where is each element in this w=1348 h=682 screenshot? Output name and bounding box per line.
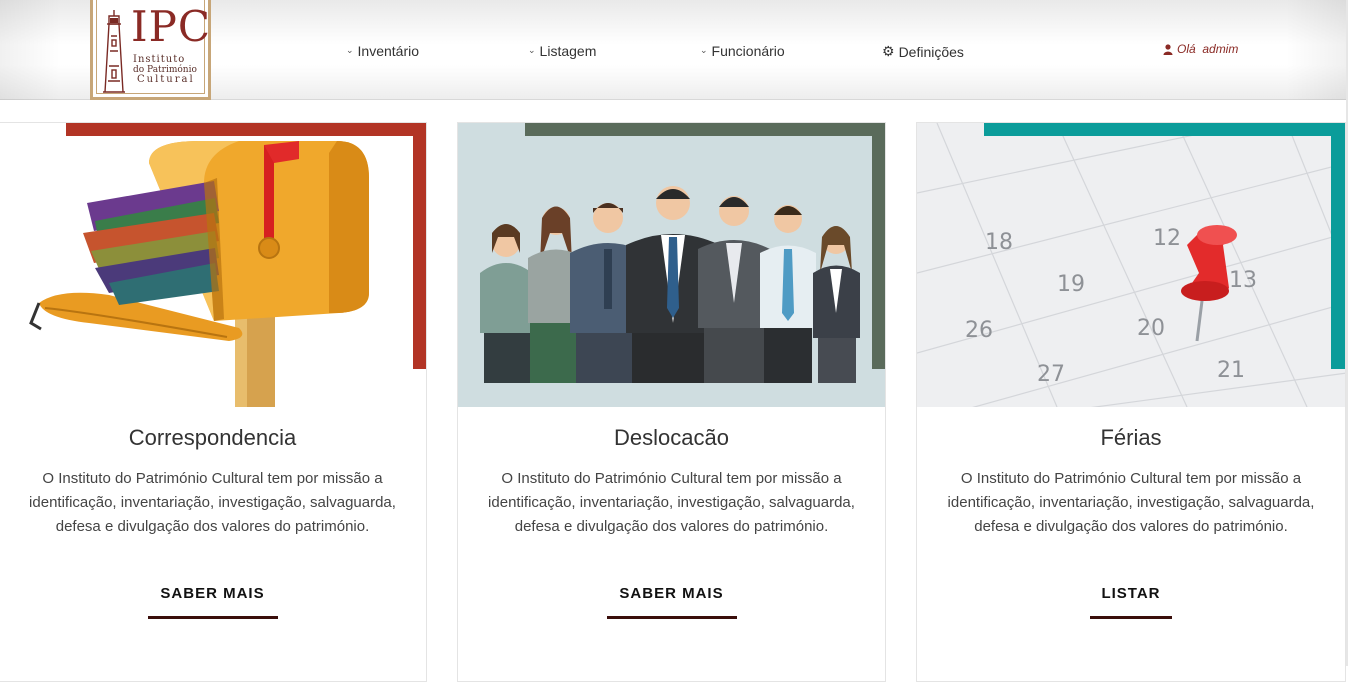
top-navbar: IPC Instituto do Património Cultural ⌄ I… [0, 0, 1346, 100]
calendar-number: 18 [985, 230, 1013, 255]
card-correspondencia: Correspondencia O Instituto do Patrimóni… [0, 122, 427, 682]
lighthouse-icon [103, 10, 125, 93]
logo-line-3: Cultural [137, 74, 195, 85]
nav-listagem[interactable]: ⌄ Listagem [528, 43, 596, 59]
calendar-number: 20 [1137, 316, 1165, 341]
button-underline [147, 616, 278, 619]
button-underline [1090, 616, 1172, 619]
card-description: O Instituto do Património Cultural tem p… [947, 470, 1315, 535]
card-title: Deslocacão [614, 425, 729, 450]
calendar-number: 27 [1037, 362, 1065, 387]
nav-definicoes[interactable]: ⚙ Definições [882, 43, 964, 60]
logo-name: Instituto do Património Cultural [133, 55, 209, 85]
chevron-down-icon: ⌄ [528, 44, 536, 55]
business-people-image [458, 123, 885, 407]
nav-funcionario-label: Funcionário [711, 43, 785, 59]
calendar-number: 21 [1217, 358, 1245, 383]
calendar-number: 19 [1057, 272, 1085, 297]
card-title: Férias [1100, 425, 1162, 450]
saber-mais-button[interactable]: SABER MAIS [0, 585, 426, 619]
ipc-logo[interactable]: IPC Instituto do Património Cultural [90, 0, 211, 100]
nav-inventario-label: Inventário [357, 43, 420, 59]
calendar-number: 26 [965, 318, 993, 343]
nav-listagem-label: Listagem [539, 43, 597, 59]
card-title: Correspondencia [128, 425, 297, 450]
card-deslocacao: Deslocacão O Instituto do Património Cul… [457, 122, 886, 682]
listar-button[interactable]: LISTAR [917, 585, 1345, 619]
nav-funcionario[interactable]: ⌄ Funcionário [700, 43, 785, 59]
user-greeting[interactable]: Olá admim [1163, 42, 1238, 56]
logo-line-1: Instituto [133, 54, 186, 65]
button-label: SABER MAIS [619, 585, 724, 602]
button-label: SABER MAIS [160, 585, 265, 602]
logo-abbr: IPC [131, 2, 211, 51]
button-label: LISTAR [1101, 585, 1161, 602]
saber-mais-button[interactable]: SABER MAIS [458, 585, 885, 619]
mailbox-image [0, 123, 426, 407]
chevron-down-icon: ⌄ [346, 44, 354, 55]
user-icon [1163, 43, 1173, 55]
card-ferias: 18 12 19 13 26 20 27 21 Férias O Institu… [916, 122, 1346, 682]
chevron-down-icon: ⌄ [700, 44, 708, 55]
calendar-number: 12 [1153, 226, 1181, 251]
card-description: O Instituto do Património Cultural tem p… [488, 470, 855, 535]
nav-inventario[interactable]: ⌄ Inventário [346, 43, 419, 59]
calendar-pin-image: 18 12 19 13 26 20 27 21 [917, 123, 1345, 407]
calendar-number: 13 [1229, 268, 1257, 293]
button-underline [606, 616, 737, 619]
greeting-text: Olá admim [1177, 42, 1239, 56]
gear-icon: ⚙ [882, 43, 895, 59]
nav-definicoes-label: Definições [898, 43, 964, 60]
card-description: O Instituto do Património Cultural tem p… [29, 470, 396, 535]
